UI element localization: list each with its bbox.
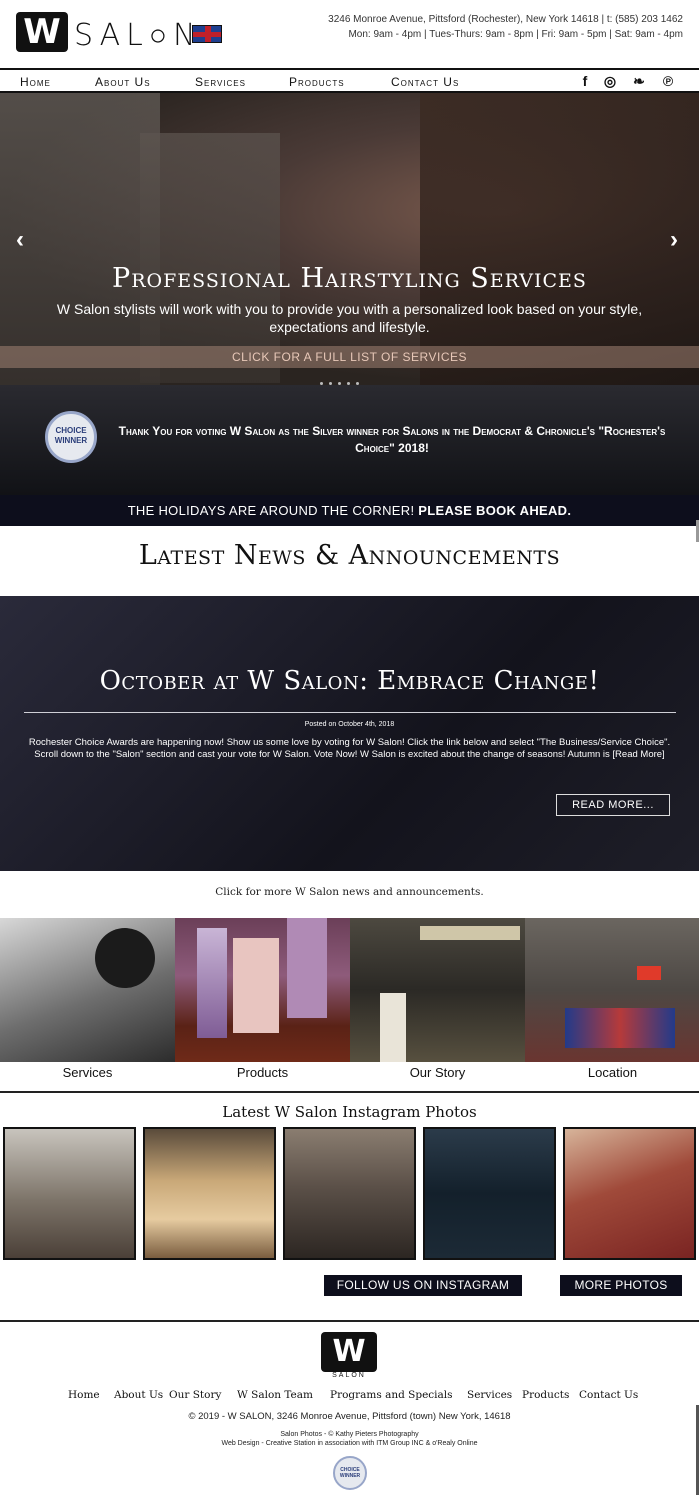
instagram-photo[interactable] <box>423 1127 556 1260</box>
post-date: Posted on October 4th, 2018 <box>304 721 395 728</box>
footer-nav-home[interactable]: Home <box>68 1389 100 1401</box>
footer-logo[interactable]: W SALON <box>321 1332 377 1380</box>
logo-wordmark: SAL○N <box>74 18 202 53</box>
services-tile-image[interactable] <box>0 918 175 1062</box>
photo-credit: Salon Photos - © Kathy Pieters Photograp… <box>280 1431 419 1438</box>
footer-nav-products[interactable]: Products <box>522 1389 569 1401</box>
tile-label-location[interactable]: Location <box>525 1065 699 1080</box>
post-excerpt: Rochester Choice Awards are happening no… <box>28 737 671 760</box>
footer-nav-about-us[interactable]: About Us <box>114 1389 163 1401</box>
slider-prev-arrow-icon[interactable]: ‹ <box>16 226 24 254</box>
slider-next-arrow-icon[interactable]: › <box>670 226 678 254</box>
instagram-photo[interactable] <box>3 1127 136 1260</box>
post-title[interactable]: October at W Salon: Embrace Change! <box>0 666 699 696</box>
nav-services[interactable]: Services <box>195 75 246 89</box>
follow-instagram-button[interactable]: FOLLOW US ON INSTAGRAM <box>324 1275 522 1296</box>
hero-title: Professional Hairstyling Services <box>112 263 587 294</box>
site-logo[interactable]: W SAL○N <box>16 12 246 54</box>
more-news-link[interactable]: Click for more W Salon news and announce… <box>0 886 699 898</box>
award-text: Thank You for voting W Salon as the Silv… <box>118 424 666 455</box>
hero-slider: ‹ › Professional Hairstyling Services W … <box>0 93 699 385</box>
nav-products[interactable]: Products <box>289 75 345 89</box>
nav-contact-us[interactable]: Contact Us <box>391 75 459 89</box>
slider-dots[interactable] <box>320 372 380 385</box>
design-credit[interactable]: Web Design - Creative Station in associa… <box>0 1439 699 1448</box>
footer-nav-contact-us[interactable]: Contact Us <box>579 1389 638 1401</box>
award-banner: CHOICE WINNER Thank You for voting W Sal… <box>0 385 699 495</box>
footer-nav-services[interactable]: Services <box>467 1389 512 1401</box>
products-tile-image[interactable] <box>175 918 350 1062</box>
hero-photo <box>0 93 160 385</box>
credits: Salon Photos - © Kathy Pieters Photograp… <box>0 1430 699 1448</box>
instagram-photo[interactable] <box>283 1127 416 1260</box>
nav-home[interactable]: Home <box>20 75 51 89</box>
holiday-text: THE HOLIDAYS ARE AROUND THE CORNER! <box>127 503 415 518</box>
instagram-photo[interactable] <box>143 1127 276 1260</box>
footer-logo-label: SALON <box>332 1372 366 1379</box>
nav-about-us[interactable]: About Us <box>95 75 151 89</box>
footer-nav-team[interactable]: W Salon Team <box>237 1389 313 1401</box>
logo-w-mark: W <box>16 12 68 52</box>
services-cta-button[interactable]: CLICK FOR A FULL LIST OF SERVICES <box>0 346 699 368</box>
contact-info: 3246 Monroe Avenue, Pittsford (Rochester… <box>328 12 683 42</box>
address-phone: 3246 Monroe Avenue, Pittsford (Rochester… <box>328 14 683 25</box>
instagram-icon[interactable]: ◎ <box>602 73 618 90</box>
divider <box>0 1091 699 1093</box>
twitter-icon[interactable]: ❧ <box>631 73 647 90</box>
footer-nav-programs[interactable]: Programs and Specials <box>330 1389 453 1401</box>
instagram-photo[interactable] <box>563 1127 696 1260</box>
tile-label-our-story[interactable]: Our Story <box>350 1065 525 1080</box>
facebook-icon[interactable]: f <box>577 73 593 89</box>
our-story-tile-image[interactable] <box>350 918 525 1062</box>
main-nav: Home About Us Services Products Contact … <box>0 68 699 93</box>
instagram-section-title: Latest W Salon Instagram Photos <box>222 1103 477 1121</box>
site-header: W SAL○N 3246 Monroe Avenue, Pittsford (R… <box>0 0 699 68</box>
divider <box>0 1320 699 1322</box>
tile-label-products[interactable]: Products <box>175 1065 350 1080</box>
choice-winner-badge: CHOICE WINNER <box>45 411 97 463</box>
location-tile-image[interactable] <box>525 918 699 1062</box>
footer-logo-w-mark: W <box>321 1332 377 1372</box>
news-section-title: Latest News & Announcements <box>138 540 561 571</box>
featured-post: October at W Salon: Embrace Change! Post… <box>0 596 699 871</box>
holiday-bold-text: PLEASE BOOK AHEAD. <box>418 503 572 518</box>
divider <box>24 712 676 713</box>
uk-flag-icon <box>192 25 222 43</box>
footer-choice-badge: CHOICE WINNER <box>333 1456 367 1490</box>
read-more-button[interactable]: READ MORE... <box>556 794 670 816</box>
hero-subtitle: W Salon stylists will work with you to p… <box>56 301 643 335</box>
footer-nav-our-story[interactable]: Our Story <box>169 1389 221 1401</box>
holiday-banner[interactable]: THE HOLIDAYS ARE AROUND THE CORNER! PLEA… <box>0 495 699 526</box>
pinterest-icon[interactable]: ℗ <box>660 73 676 89</box>
tile-label-services[interactable]: Services <box>0 1065 175 1080</box>
business-hours: Mon: 9am - 4pm | Tues-Thurs: 9am - 8pm |… <box>348 29 683 40</box>
copyright: © 2019 - W SALON, 3246 Monroe Avenue, Pi… <box>188 1411 511 1422</box>
more-photos-button[interactable]: MORE PHOTOS <box>560 1275 682 1296</box>
